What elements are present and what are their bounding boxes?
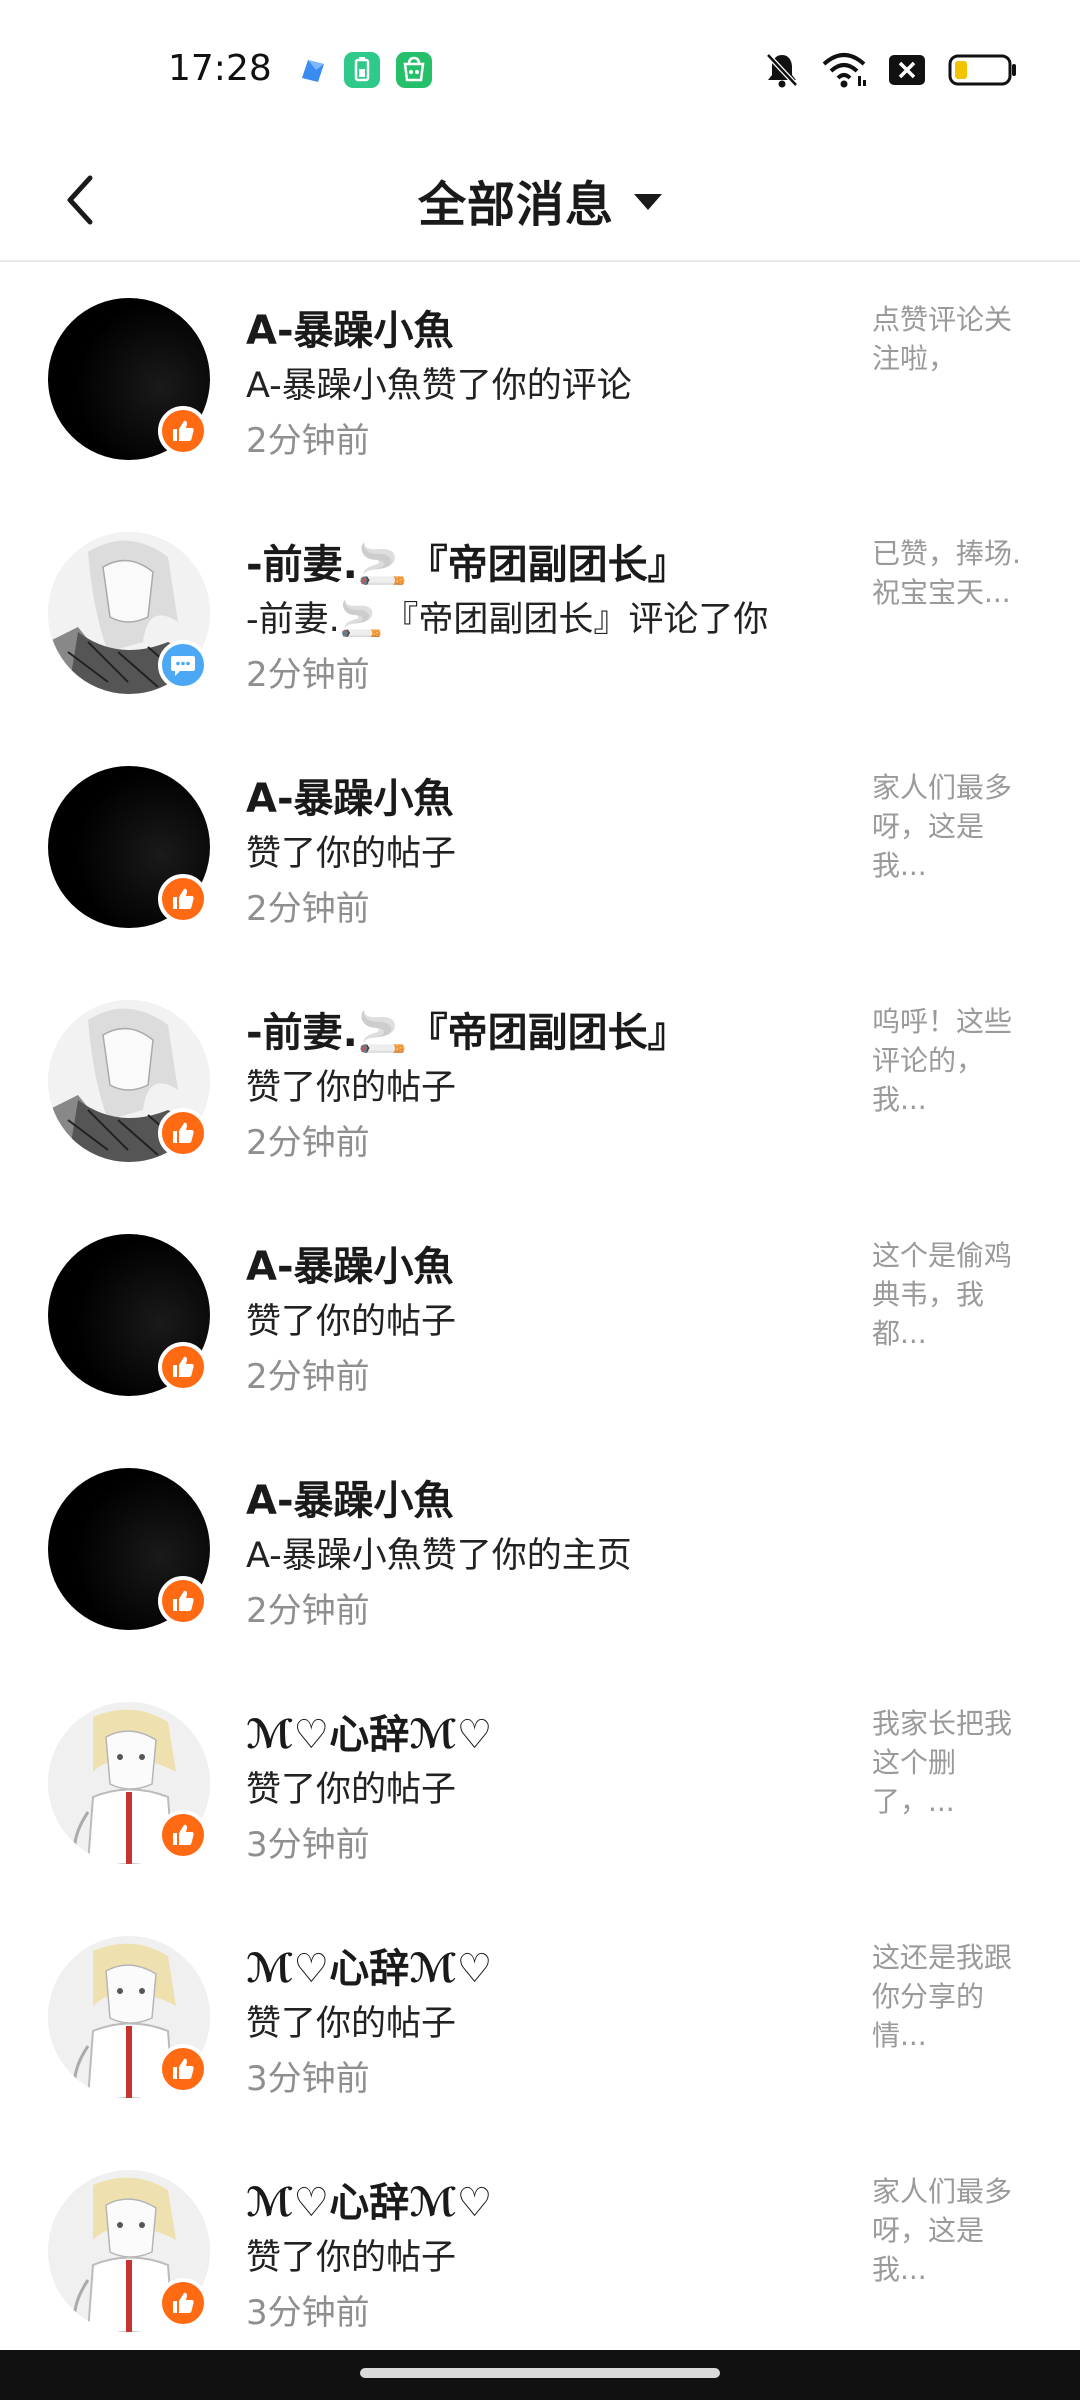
status-time: 17:28	[168, 48, 272, 89]
message-preview: 点赞评论关注啦，	[872, 303, 1013, 375]
message-item[interactable]: -前妻.🚬『帝团副团长』赞了你的帖子 2分钟前 呜呼！这些评论的，我...	[0, 966, 1080, 1200]
message-action: 赞了你的帖子	[246, 2238, 457, 2278]
sender-name: A-暴躁小魚	[246, 1244, 454, 1290]
thumbs-up-badge-icon	[158, 2044, 208, 2094]
message-time: 2分钟前	[246, 889, 370, 929]
message-time: 3分钟前	[246, 2059, 370, 2099]
thumbs-up-badge-icon	[158, 874, 208, 924]
sender-name: ℳ♡心辞ℳ♡	[246, 1946, 493, 1992]
message-time: 3分钟前	[246, 2293, 370, 2333]
message-time: 2分钟前	[246, 1123, 370, 1163]
message-action: 赞了你的帖子	[246, 2004, 457, 2044]
message-item[interactable]: A-暴躁小魚 A-暴躁小魚赞了你的主页 2分钟前	[0, 1434, 1080, 1668]
message-item[interactable]: ℳ♡心辞ℳ♡ 赞了你的帖子 3分钟前 家人们最多呀，这是我...	[0, 2136, 1080, 2370]
thumbs-up-badge-icon	[158, 1108, 208, 1158]
message-time: 3分钟前	[246, 1825, 370, 1865]
close-box-icon	[888, 54, 926, 86]
bell-muted-icon	[764, 51, 800, 89]
message-item[interactable]: -前妻.🚬『帝团副团长』 -前妻.🚬『帝团副团长』评论了你 2分钟前 已赞，捧场. 祝…	[0, 498, 1080, 732]
sender-name: A-暴躁小魚	[246, 1478, 454, 1524]
message-time: 2分钟前	[246, 1591, 370, 1631]
status-bar: 17:28	[0, 0, 1080, 140]
caret-down-icon	[634, 194, 662, 210]
message-item[interactable]: A-暴躁小魚赞了你的帖子 2分钟前 家人们最多呀，这是我...	[0, 732, 1080, 966]
thumbs-up-badge-icon	[158, 1810, 208, 1860]
comment-badge-icon	[158, 640, 208, 690]
wifi-icon	[822, 52, 866, 88]
message-time: 2分钟前	[246, 655, 370, 695]
home-indicator[interactable]	[360, 2368, 720, 2378]
message-preview: 这个是偷鸡典韦，我都...	[872, 1239, 1013, 1350]
message-preview: 家人们最多呀，这是我...	[872, 771, 1013, 882]
sender-name: -前妻.🚬『帝团副团长』	[246, 1010, 688, 1056]
status-icons	[764, 50, 1018, 90]
thumbs-up-badge-icon	[158, 406, 208, 456]
thumbs-up-badge-icon	[158, 2278, 208, 2328]
shop-app-icon	[396, 52, 432, 88]
message-item[interactable]: ℳ♡心辞ℳ♡ 赞了你的帖子 3分钟前 这还是我跟你分享的情...	[0, 1902, 1080, 2136]
message-time: 2分钟前	[246, 421, 370, 461]
message-item[interactable]: ℳ♡心辞ℳ♡ 赞了你的帖子 3分钟前 我家长把我这个删了，...	[0, 1668, 1080, 1902]
message-preview: 家人们最多呀，这是我...	[872, 2175, 1013, 2286]
blue-app-icon	[294, 52, 330, 88]
message-list: A-暴躁小魚 A-暴躁小魚赞了你的评论 2分钟前 点赞评论关注啦， -前妻.🚬『帝团副团…	[0, 264, 1080, 2370]
message-item[interactable]: A-暴躁小魚 A-暴躁小魚赞了你的评论 2分钟前 点赞评论关注啦，	[0, 264, 1080, 498]
message-action: 赞了你的帖子	[246, 834, 457, 874]
sender-name: A-暴躁小魚	[246, 776, 454, 822]
message-time: 2分钟前	[246, 1357, 370, 1397]
message-preview: 已赞，捧场. 祝宝宝天...	[872, 537, 1021, 609]
sender-name: -前妻.🚬『帝团副团长』	[246, 542, 688, 588]
header: 全部消息	[0, 140, 1080, 262]
battery-icon	[948, 54, 1018, 86]
message-preview: 这还是我跟你分享的情...	[872, 1941, 1013, 2052]
thumbs-up-badge-icon	[158, 1576, 208, 1626]
message-action: A-暴躁小魚赞了你的评论	[246, 366, 632, 406]
message-action: -前妻.🚬『帝团副团长』评论了你	[246, 600, 769, 640]
message-filter-dropdown[interactable]: 全部消息	[0, 164, 1080, 236]
sender-name: ℳ♡心辞ℳ♡	[246, 2180, 493, 2226]
message-action: A-暴躁小魚赞了你的主页	[246, 1536, 632, 1576]
navigation-bar	[0, 2350, 1080, 2400]
message-action: 赞了你的帖子	[246, 1770, 457, 1810]
message-item[interactable]: A-暴躁小魚赞了你的帖子 2分钟前 这个是偷鸡典韦，我都...	[0, 1200, 1080, 1434]
message-action: 赞了你的帖子	[246, 1302, 457, 1342]
message-preview: 我家长把我这个删了，...	[872, 1707, 1013, 1818]
message-action: 赞了你的帖子	[246, 1068, 457, 1108]
message-preview: 呜呼！这些评论的，我...	[872, 1005, 1013, 1116]
battery-app-icon	[344, 52, 380, 88]
sender-name: A-暴躁小魚	[246, 308, 454, 354]
page-title: 全部消息	[417, 177, 614, 233]
thumbs-up-badge-icon	[158, 1342, 208, 1392]
sender-name: ℳ♡心辞ℳ♡	[246, 1712, 493, 1758]
